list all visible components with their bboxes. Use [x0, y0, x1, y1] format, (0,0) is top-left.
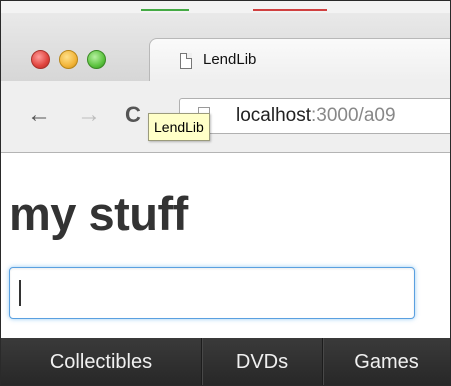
tab-title: LendLib — [203, 51, 257, 68]
url-text: localhost:3000/a09 — [236, 105, 396, 127]
category-tab-dvds[interactable]: DVDs — [202, 338, 323, 385]
url-path: :3000/a09 — [311, 105, 396, 126]
browser-toolbar: ← → C localhost:3000/a09 — [1, 81, 450, 153]
forward-arrow-icon[interactable]: → — [77, 103, 101, 127]
page-icon — [180, 53, 192, 69]
cropped-top-strip — [1, 1, 450, 13]
browser-window: LendLib ← → C localhost:3000/a09 LendLib… — [0, 0, 451, 386]
category-tab-games[interactable]: Games — [323, 338, 450, 385]
spellcheck-underline — [141, 9, 189, 11]
category-bar: Collectibles DVDs Games — [1, 338, 450, 385]
minimize-window-button[interactable] — [59, 50, 78, 69]
page-title: my stuff — [9, 187, 188, 240]
tab-tooltip: LendLib — [148, 113, 210, 141]
text-caret — [19, 280, 21, 306]
url-host: localhost — [236, 105, 311, 126]
window-controls — [31, 50, 106, 69]
spellcheck-underline — [253, 9, 327, 11]
search-input[interactable] — [9, 267, 415, 319]
back-arrow-icon[interactable]: ← — [27, 103, 51, 127]
browser-tab[interactable]: LendLib — [149, 38, 450, 81]
address-bar[interactable]: localhost:3000/a09 — [179, 98, 450, 134]
category-tab-collectibles[interactable]: Collectibles — [1, 338, 202, 385]
reload-icon[interactable]: C — [125, 103, 141, 127]
close-window-button[interactable] — [31, 50, 50, 69]
zoom-window-button[interactable] — [87, 50, 106, 69]
